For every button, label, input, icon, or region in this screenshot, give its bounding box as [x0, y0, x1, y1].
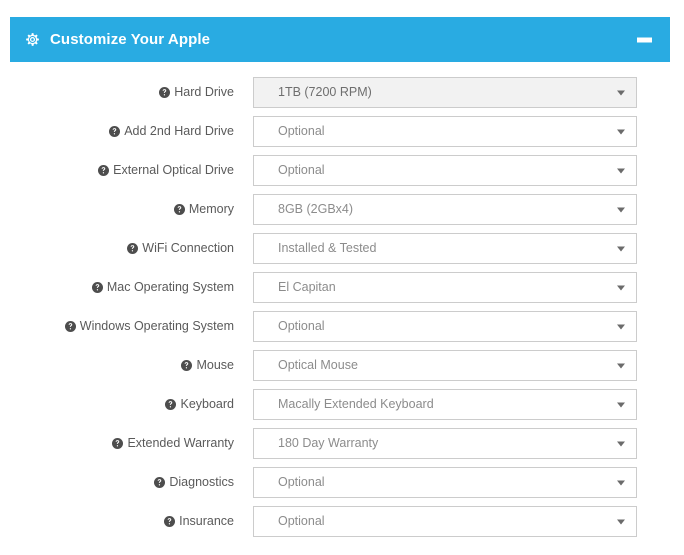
form-row-insurance: Insurance Optional — [10, 502, 670, 541]
option-label-text: Extended Warranty — [127, 436, 234, 451]
select-mouse[interactable]: Optical Mouse — [253, 350, 637, 381]
help-icon-windows-operating-system[interactable] — [64, 321, 76, 332]
option-label: Diagnostics — [10, 476, 253, 489]
help-icon-mouse[interactable] — [181, 360, 193, 371]
form-row-extended-warranty: Extended Warranty 180 Day Warranty — [10, 424, 670, 463]
option-label-text: External Optical Drive — [113, 163, 234, 178]
option-select-value: Optional — [278, 164, 325, 177]
option-label-text: Keyboard — [180, 397, 234, 412]
option-select-value: 1TB (7200 RPM) — [278, 86, 372, 99]
option-select-value: 8GB (2GBx4) — [278, 203, 354, 216]
help-icon-mac-operating-system[interactable] — [91, 282, 103, 293]
option-select-value: Optional — [278, 476, 325, 489]
option-select-value: Optional — [278, 320, 325, 333]
option-label-text: Memory — [188, 202, 234, 217]
chevron-down-icon — [617, 207, 625, 212]
select-hard-drive[interactable]: 1TB (7200 RPM) — [253, 77, 637, 108]
chevron-down-icon — [617, 441, 625, 446]
option-select-value: Optional — [278, 515, 325, 528]
chevron-down-icon — [617, 168, 625, 173]
chevron-down-icon — [617, 480, 625, 485]
form-row-keyboard: Keyboard Macally Extended Keyboard — [10, 385, 670, 424]
chevron-down-icon — [617, 363, 625, 368]
help-icon-extended-warranty[interactable] — [112, 438, 124, 449]
option-label: External Optical Drive — [10, 164, 253, 177]
select-wifi-connection[interactable]: Installed & Tested — [253, 233, 637, 264]
select-extended-warranty[interactable]: 180 Day Warranty — [253, 428, 637, 459]
option-select-value: Optional — [278, 125, 325, 138]
select-insurance[interactable]: Optional — [253, 506, 637, 537]
option-label-text: Windows Operating System — [79, 319, 234, 334]
option-label-text: Insurance — [179, 514, 234, 529]
form-row-external-optical-drive: External Optical Drive Optional — [10, 151, 670, 190]
option-label-text: Mouse — [196, 358, 234, 373]
option-label: Add 2nd Hard Drive — [10, 125, 253, 138]
option-label-text: WiFi Connection — [142, 241, 234, 256]
option-label: Extended Warranty — [10, 437, 253, 450]
form-row-windows-operating-system: Windows Operating System Optional — [10, 307, 670, 346]
select-memory[interactable]: 8GB (2GBx4) — [253, 194, 637, 225]
chevron-down-icon — [617, 246, 625, 251]
form-row-add-2nd-hard-drive: Add 2nd Hard Drive Optional — [10, 112, 670, 151]
chevron-down-icon — [617, 324, 625, 329]
option-label-text: Hard Drive — [174, 85, 234, 100]
customize-your-apple-panel: Customize Your Apple Hard Drive 1TB (720… — [10, 17, 670, 541]
option-label: Memory — [10, 203, 253, 216]
option-select-value: Macally Extended Keyboard — [278, 398, 434, 411]
help-icon-external-optical-drive[interactable] — [98, 165, 110, 176]
option-select-value: El Capitan — [278, 281, 336, 294]
help-icon-insurance[interactable] — [164, 516, 176, 527]
form-row-mouse: Mouse Optical Mouse — [10, 346, 670, 385]
option-label: Insurance — [10, 515, 253, 528]
form-row-diagnostics: Diagnostics Optional — [10, 463, 670, 502]
help-icon-add-2nd-hard-drive[interactable] — [109, 126, 121, 137]
panel-header: Customize Your Apple — [10, 17, 670, 62]
panel-title: Customize Your Apple — [50, 31, 211, 48]
option-label-text: Add 2nd Hard Drive — [124, 124, 234, 139]
select-external-optical-drive[interactable]: Optional — [253, 155, 637, 186]
option-label: Windows Operating System — [10, 320, 253, 333]
option-label: Mouse — [10, 359, 253, 372]
option-select-value: Installed & Tested — [278, 242, 377, 255]
help-icon-memory[interactable] — [173, 204, 185, 215]
panel-header-left: Customize Your Apple — [24, 31, 210, 48]
option-label: WiFi Connection — [10, 242, 253, 255]
help-icon-keyboard[interactable] — [165, 399, 177, 410]
option-label: Hard Drive — [10, 86, 253, 99]
minimize-button[interactable] — [637, 37, 652, 42]
option-label-text: Diagnostics — [169, 475, 234, 490]
chevron-down-icon — [617, 129, 625, 134]
gear-icon — [24, 31, 41, 48]
form-row-hard-drive: Hard Drive 1TB (7200 RPM) — [10, 73, 670, 112]
select-windows-operating-system[interactable]: Optional — [253, 311, 637, 342]
select-mac-operating-system[interactable]: El Capitan — [253, 272, 637, 303]
select-add-2nd-hard-drive[interactable]: Optional — [253, 116, 637, 147]
help-icon-diagnostics[interactable] — [154, 477, 166, 488]
help-icon-hard-drive[interactable] — [159, 87, 171, 98]
chevron-down-icon — [617, 285, 625, 290]
option-label-text: Mac Operating System — [106, 280, 234, 295]
option-select-value: 180 Day Warranty — [278, 437, 379, 450]
select-keyboard[interactable]: Macally Extended Keyboard — [253, 389, 637, 420]
chevron-down-icon — [617, 402, 625, 407]
form-row-memory: Memory 8GB (2GBx4) — [10, 190, 670, 229]
chevron-down-icon — [617, 90, 625, 95]
form-row-wifi-connection: WiFi Connection Installed & Tested — [10, 229, 670, 268]
option-label: Mac Operating System — [10, 281, 253, 294]
form-row-mac-operating-system: Mac Operating System El Capitan — [10, 268, 670, 307]
chevron-down-icon — [617, 519, 625, 524]
select-diagnostics[interactable]: Optional — [253, 467, 637, 498]
customize-options-form: Hard Drive 1TB (7200 RPM) Add 2nd Hard D… — [10, 62, 670, 541]
option-select-value: Optical Mouse — [278, 359, 358, 372]
option-label: Keyboard — [10, 398, 253, 411]
help-icon-wifi-connection[interactable] — [127, 243, 139, 254]
